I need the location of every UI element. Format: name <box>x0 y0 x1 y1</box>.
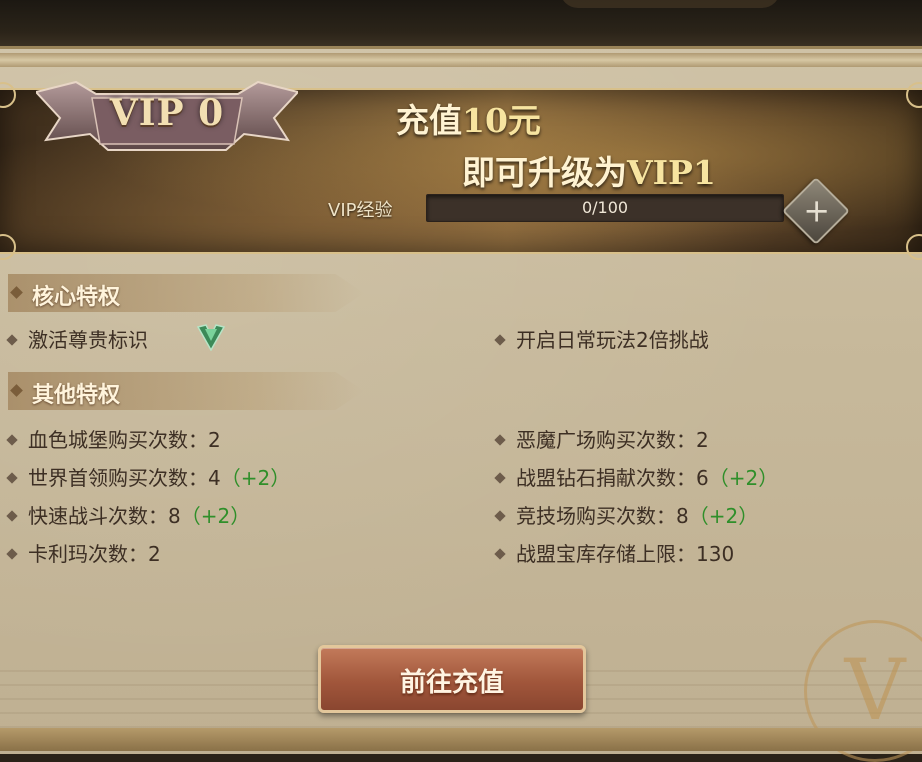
list-item: 卡利玛次数：2 <box>6 538 161 567</box>
panel-bottom-border <box>0 728 922 751</box>
plus-icon: + <box>803 191 831 230</box>
top-bar <box>0 0 922 46</box>
diamond-icon <box>10 286 23 299</box>
list-item: 血色城堡购买次数：2 <box>6 424 221 453</box>
other-privileges-title: 其他特权 <box>32 382 121 408</box>
vip-emblem-icon <box>196 324 226 351</box>
bullet-icon <box>494 433 506 446</box>
other-privileges-header: 其他特权 <box>8 372 364 410</box>
go-recharge-label: 前往充值 <box>399 668 504 698</box>
core-privileges-header: 核心特权 <box>8 274 364 312</box>
bullet-icon <box>6 471 18 484</box>
vip-level-badge: VIP 0 <box>36 74 298 158</box>
promo-upgrade: 即可升级为 <box>462 153 627 192</box>
item-text: 竞技场购买次数：8 <box>516 504 689 528</box>
item-text: 卡利玛次数：2 <box>28 542 161 566</box>
go-recharge-button[interactable]: 前往充值 <box>318 645 586 713</box>
list-item: 竞技场购买次数：8（+2） <box>494 500 759 529</box>
v-letter-icon: V <box>844 641 906 739</box>
bullet-icon <box>494 471 506 484</box>
promo-level: VIP1 <box>627 153 716 192</box>
promo-line-1: 充值10元 <box>396 94 541 142</box>
item-bonus: （+2） <box>180 504 251 528</box>
bullet-icon <box>6 433 18 446</box>
vip-exp-value: 0/100 <box>581 198 629 217</box>
list-item: 开启日常玩法2倍挑战 <box>494 324 709 353</box>
item-text: 战盟钻石捐献次数：6 <box>516 466 709 490</box>
item-bonus: （+2） <box>220 466 291 490</box>
item-text: 世界首领购买次数：4 <box>28 466 221 490</box>
promo-prefix: 充值 <box>396 101 462 140</box>
item-bonus: （+2） <box>708 466 779 490</box>
diamond-icon <box>10 384 23 397</box>
banner-corner-ornament <box>906 82 922 108</box>
list-item: 世界首领购买次数：4（+2） <box>6 462 291 491</box>
bullet-icon <box>494 333 506 346</box>
vip-exp-bar: 0/100 <box>426 194 784 222</box>
promo-amount: 10元 <box>462 101 541 140</box>
bullet-icon <box>6 509 18 522</box>
item-text: 激活尊贵标识 <box>28 328 148 352</box>
bullet-icon <box>6 547 18 560</box>
list-item: 恶魔广场购买次数：2 <box>494 424 709 453</box>
vip-exp-label: VIP经验 <box>328 200 393 221</box>
item-text: 战盟宝库存储上限：130 <box>516 542 735 566</box>
vip-level-text: VIP 0 <box>109 92 225 134</box>
item-text: 血色城堡购买次数：2 <box>28 428 221 452</box>
list-item: 快速战斗次数：8（+2） <box>6 500 251 529</box>
bullet-icon <box>6 333 18 346</box>
item-text: 快速战斗次数：8 <box>28 504 181 528</box>
bullet-icon <box>494 509 506 522</box>
item-text: 恶魔广场购买次数：2 <box>516 428 709 452</box>
promo-line-2: 即可升级为VIP1 <box>462 146 716 194</box>
core-privileges-title: 核心特权 <box>32 284 121 310</box>
list-item: 战盟钻石捐献次数：6（+2） <box>494 462 779 491</box>
list-item: 激活尊贵标识 <box>6 324 148 353</box>
item-bonus: （+2） <box>688 504 759 528</box>
list-item: 战盟宝库存储上限：130 <box>494 538 735 567</box>
item-text: 开启日常玩法2倍挑战 <box>516 328 709 352</box>
bullet-icon <box>494 547 506 560</box>
